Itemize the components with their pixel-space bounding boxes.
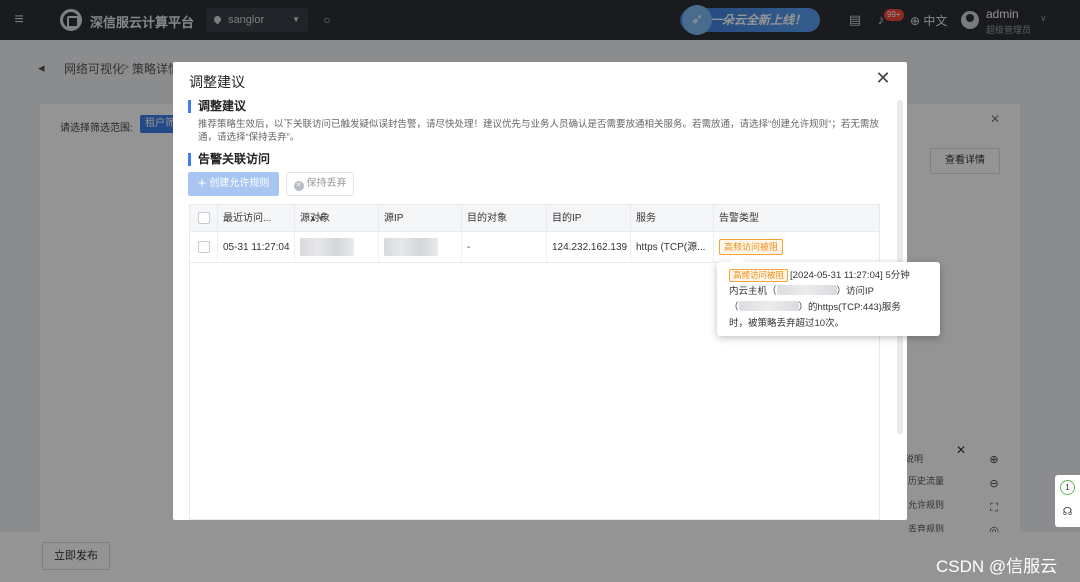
tooltip-alert-tag: 高频访问被阻 bbox=[729, 269, 789, 282]
cell-source-ip bbox=[378, 232, 461, 263]
tooltip-text: 内云主机（ bbox=[729, 286, 777, 297]
cell-dest-object: - bbox=[461, 232, 546, 263]
dialog-title: 调整建议 bbox=[189, 74, 245, 90]
table-header: 最近访问... ▲▼ 源对象 源IP 目的对象 目的IP 服务 告警类型 bbox=[190, 205, 879, 232]
keep-drop-button[interactable]: ✕ 保持丢弃 bbox=[286, 172, 354, 196]
tooltip-text: ）的https(TCP:443)服务 bbox=[798, 302, 901, 313]
headset-icon[interactable]: ☊ bbox=[1060, 505, 1075, 520]
cell-last-access: 05-31 11:27:04 bbox=[217, 232, 294, 263]
tooltip-line-2: 内云主机（ ）访问IP bbox=[729, 284, 930, 300]
redacted-host bbox=[776, 285, 837, 295]
tooltip-line-1: 高频访问被阻 [2024-05-31 11:27:04] 5分钟 bbox=[729, 268, 930, 284]
tooltip-text: ）访问IP bbox=[836, 286, 874, 297]
redacted-source-object bbox=[300, 238, 354, 256]
redacted-ip bbox=[738, 301, 799, 311]
alert-type-tag[interactable]: 高频访问被阻 bbox=[719, 239, 784, 255]
column-header-label: 最近访问... bbox=[223, 213, 272, 224]
tooltip-text: （ bbox=[729, 302, 739, 313]
select-all-checkbox[interactable] bbox=[198, 212, 210, 224]
cell-source-object bbox=[294, 232, 378, 263]
tooltip-line-4: 时，被策略丢弃超过10次。 bbox=[729, 318, 845, 329]
tooltip-time-text: [2024-05-31 11:27:04] 5分钟 bbox=[790, 270, 910, 281]
cell-dest-ip: 124.232.162.139 bbox=[546, 232, 630, 263]
column-header-alert-type: 告警类型 bbox=[713, 205, 879, 232]
column-header-dest-object: 目的对象 bbox=[461, 205, 546, 232]
section-title-related-access: 告警关联访问 bbox=[188, 153, 270, 166]
table-row[interactable]: 05-31 11:27:04 - 124.232.162.139 https (… bbox=[190, 232, 879, 263]
redacted-source-ip bbox=[384, 238, 438, 256]
plus-icon: + bbox=[197, 175, 207, 192]
column-header-source-ip: 源IP bbox=[378, 205, 461, 232]
column-header-source-object: 源对象 bbox=[294, 205, 378, 232]
block-icon: ✕ bbox=[293, 181, 304, 191]
related-access-table: 最近访问... ▲▼ 源对象 源IP 目的对象 目的IP 服务 告警类型 05-3… bbox=[189, 204, 880, 520]
column-header-dest-ip: 目的IP bbox=[546, 205, 630, 232]
create-allow-rule-button[interactable]: + 创建允许规则 bbox=[188, 172, 279, 196]
watermark: CSDN @信服云 bbox=[936, 557, 1058, 576]
cell-service: https (TCP(源... bbox=[630, 232, 713, 263]
create-allow-rule-label: 创建允许规则 bbox=[209, 178, 270, 189]
column-header-service: 服务 bbox=[630, 205, 713, 232]
keep-drop-label: 保持丢弃 bbox=[306, 178, 347, 189]
column-header-last-access[interactable]: 最近访问... ▲▼ bbox=[217, 205, 325, 232]
advice-description: 推荐策略生效后，以下关联访问已触发疑似误封告警，请尽快处理！建议优先与业务人员确… bbox=[198, 119, 879, 143]
close-icon[interactable]: ✕ bbox=[873, 68, 893, 88]
tooltip-line-3: （ ）的https(TCP:443)服务 bbox=[729, 300, 930, 316]
alert-detail-tooltip: 高频访问被阻 [2024-05-31 11:27:04] 5分钟 内云主机（ ）访问… bbox=[717, 262, 940, 336]
assistant-count-badge[interactable]: 1 bbox=[1060, 480, 1075, 495]
section-title-advice: 调整建议 bbox=[188, 100, 246, 113]
row-checkbox[interactable] bbox=[198, 241, 210, 253]
